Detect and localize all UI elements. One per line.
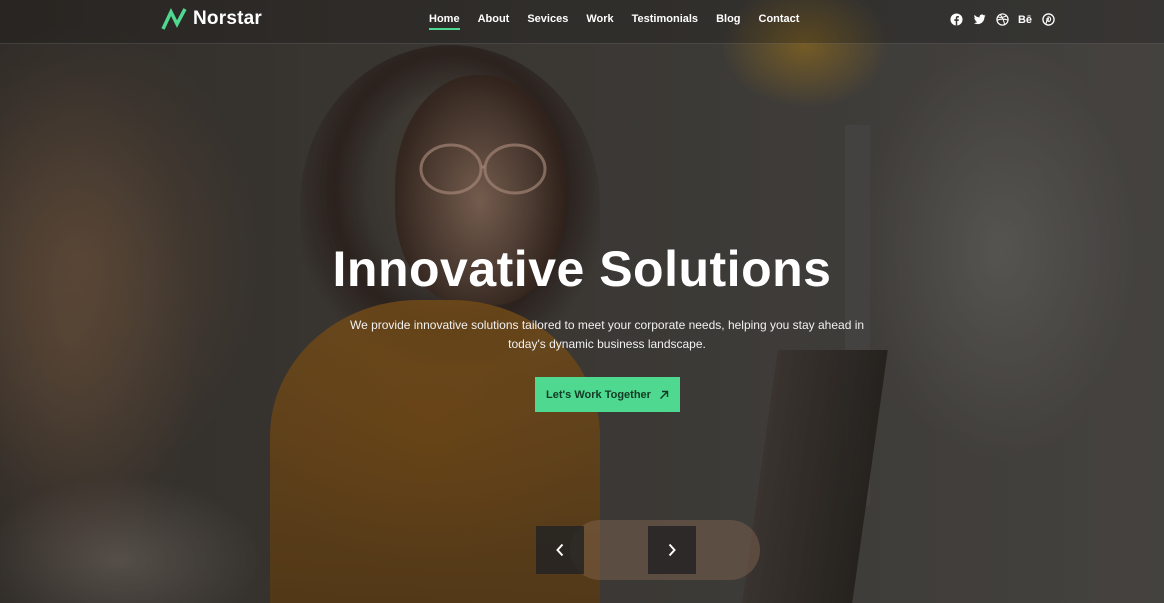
nav-services[interactable]: Sevices bbox=[527, 13, 568, 30]
cta-button[interactable]: Let's Work Together bbox=[535, 377, 680, 412]
hero-subtitle: We provide innovative solutions tailored… bbox=[349, 318, 865, 351]
facebook-icon[interactable] bbox=[949, 12, 963, 27]
nav-testimonials[interactable]: Testimonials bbox=[632, 13, 698, 30]
dribbble-icon[interactable] bbox=[995, 12, 1009, 27]
nav-about[interactable]: About bbox=[478, 13, 510, 30]
hero-background-image bbox=[0, 0, 1164, 603]
arrow-up-right-icon bbox=[659, 390, 669, 399]
logo-link[interactable]: Norstar bbox=[161, 7, 262, 31]
twitter-icon[interactable] bbox=[972, 12, 986, 27]
brand-name: Norstar bbox=[193, 8, 262, 29]
slider-next-button[interactable] bbox=[648, 526, 696, 574]
pinterest-icon[interactable] bbox=[1041, 12, 1055, 27]
hero-title: Innovative Solutions bbox=[332, 241, 832, 297]
slider-prev-button[interactable] bbox=[536, 526, 584, 574]
navbar: Norstar Home About Sevices Work Testimon… bbox=[0, 0, 1164, 44]
cta-label: Let's Work Together bbox=[546, 388, 651, 401]
chevron-right-icon bbox=[668, 543, 676, 557]
chevron-left-icon bbox=[556, 543, 564, 557]
logo-icon bbox=[161, 7, 187, 30]
social-links: Bē bbox=[949, 12, 1055, 27]
main-nav: Home About Sevices Work Testimonials Blo… bbox=[429, 13, 799, 30]
hero-overlay bbox=[0, 0, 1164, 603]
nav-blog[interactable]: Blog bbox=[716, 13, 740, 30]
behance-icon[interactable]: Bē bbox=[1018, 12, 1032, 27]
nav-home[interactable]: Home bbox=[429, 13, 460, 30]
nav-work[interactable]: Work bbox=[586, 13, 613, 30]
nav-contact[interactable]: Contact bbox=[759, 13, 800, 30]
